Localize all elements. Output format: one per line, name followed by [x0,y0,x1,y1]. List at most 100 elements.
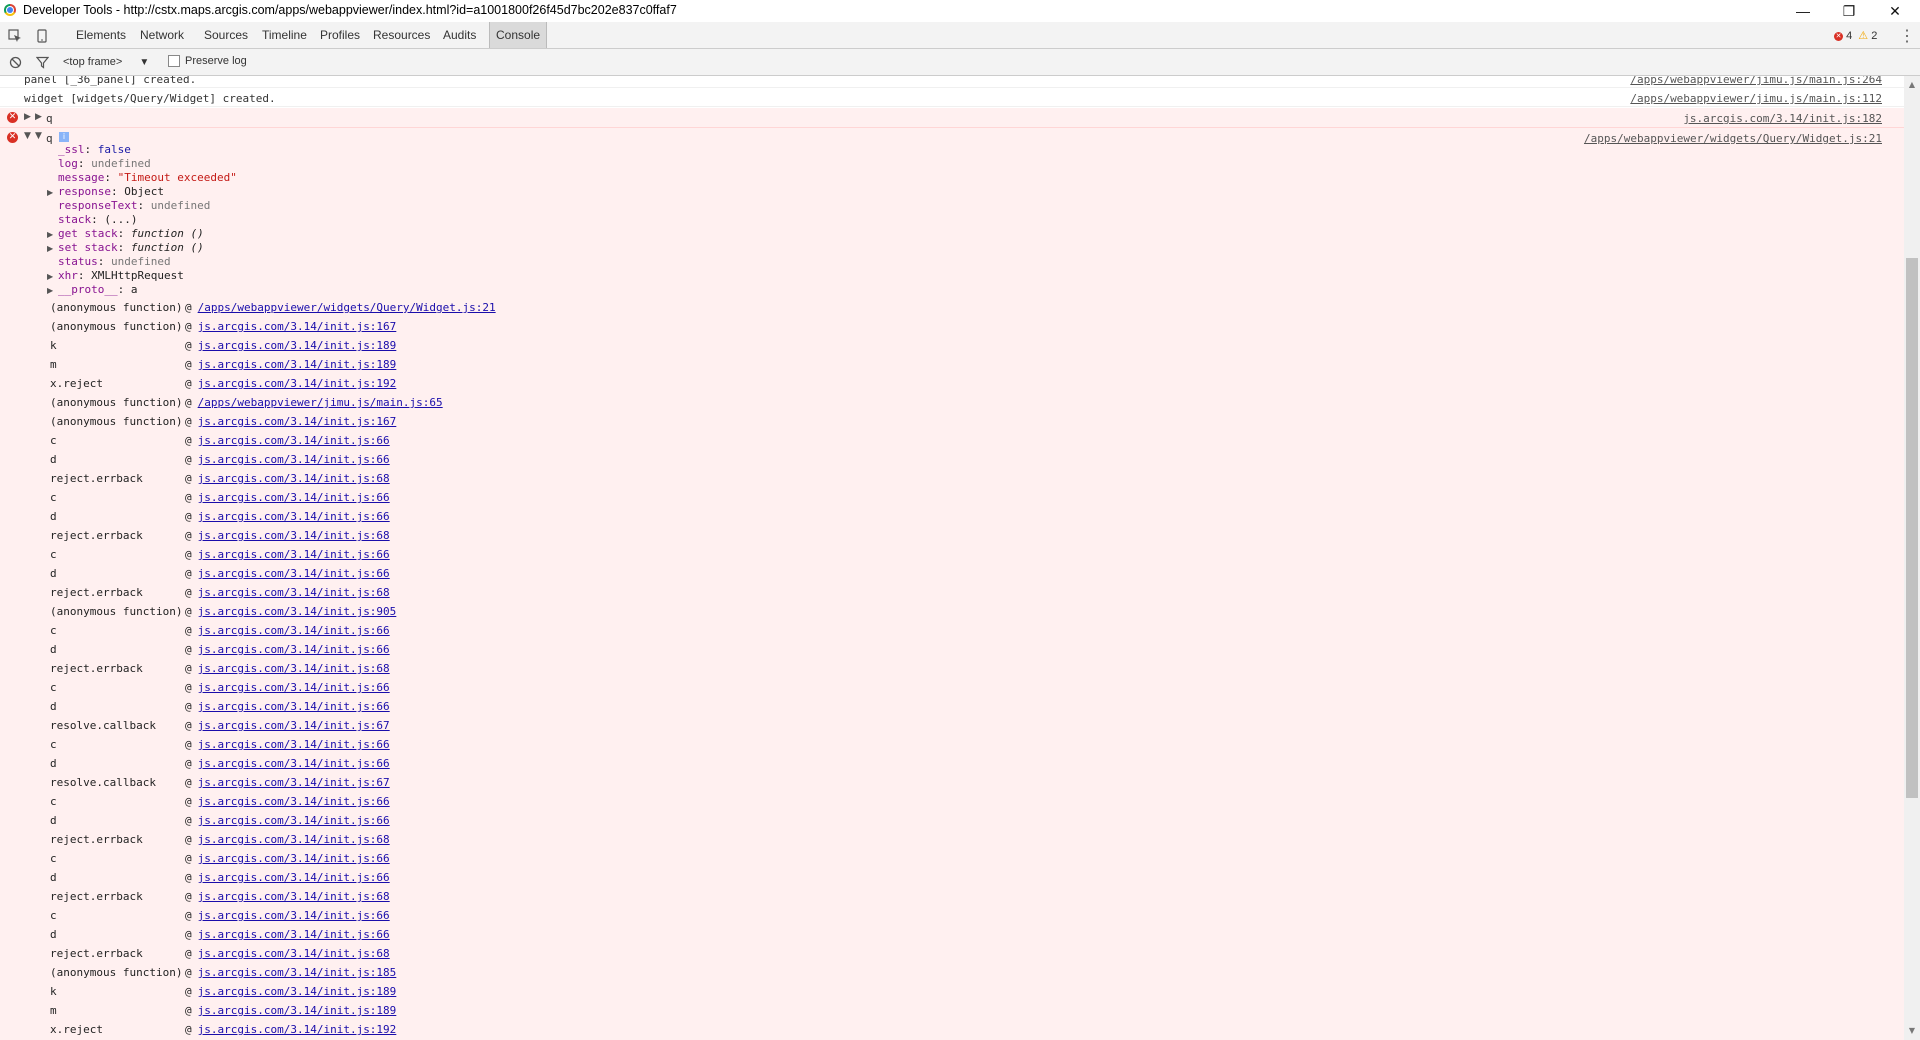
checkbox-box[interactable] [168,55,180,67]
stack-source-link[interactable]: js.arcgis.com/3.14/init.js:66 [198,567,390,580]
scroll-up-arrow-icon[interactable]: ▲ [1906,80,1918,92]
stack-source-link[interactable]: js.arcgis.com/3.14/init.js:66 [198,814,390,827]
tab-profiles[interactable]: Profiles [314,22,366,48]
console-error-message[interactable]: ✕ ▶ ▶ q js.arcgis.com/3.14/init.js:182 [0,108,1904,128]
minimize-button[interactable]: — [1780,0,1826,22]
stack-source-link[interactable]: js.arcgis.com/3.14/init.js:66 [198,738,390,751]
expand-triangle-icon[interactable]: ▶ [35,112,42,122]
error-count-icon: ✕ [1834,31,1843,41]
stack-source-link[interactable]: js.arcgis.com/3.14/init.js:68 [198,890,390,903]
stack-source-link[interactable]: /apps/webappviewer/widgets/Query/Widget.… [198,301,496,314]
stack-at-sign: @ [185,529,192,542]
collapse-triangle-icon[interactable]: ▼ [24,131,31,141]
object-property[interactable]: ▶ __proto__: a [47,283,137,297]
info-badge-icon[interactable]: i [59,132,69,142]
stack-at-sign: @ [185,852,192,865]
property-key: stack [58,213,92,226]
stack-source-link[interactable]: js.arcgis.com/3.14/init.js:167 [198,415,397,428]
scroll-down-arrow-icon[interactable]: ▼ [1906,1026,1918,1038]
stack-source-link[interactable]: js.arcgis.com/3.14/init.js:66 [198,453,390,466]
object-property[interactable]: ▶ xhr: XMLHttpRequest [47,269,184,283]
property-value: Object [124,185,164,198]
stack-source-link[interactable]: js.arcgis.com/3.14/init.js:192 [198,377,397,390]
stack-source-link[interactable]: js.arcgis.com/3.14/init.js:66 [198,510,390,523]
source-link[interactable]: /apps/webappviewer/jimu.js/main.js:112 [1630,92,1882,105]
stack-source-link[interactable]: js.arcgis.com/3.14/init.js:185 [198,966,397,979]
stack-source-link[interactable]: js.arcgis.com/3.14/init.js:66 [198,795,390,808]
property-separator: : [117,227,131,240]
stack-source-link[interactable]: js.arcgis.com/3.14/init.js:66 [198,852,390,865]
stack-source-link[interactable]: js.arcgis.com/3.14/init.js:66 [198,681,390,694]
more-options-icon[interactable]: ⋮ [1899,28,1915,45]
console-output[interactable]: panel [_36_panel] created. /apps/webappvi… [0,76,1904,1040]
object-property[interactable]: ▶ set stack: function () [47,241,204,255]
stack-frame: x.reject @ js.arcgis.com/3.14/init.js:192 [50,1020,396,1039]
stack-source-link[interactable]: js.arcgis.com/3.14/init.js:167 [198,320,397,333]
expand-triangle-icon[interactable]: ▶ [47,270,53,284]
source-link[interactable]: /apps/webappviewer/widgets/Query/Widget.… [1584,132,1882,145]
tab-sources[interactable]: Sources [198,22,254,48]
stack-function: d [50,453,57,466]
stack-source-link[interactable]: js.arcgis.com/3.14/init.js:66 [198,700,390,713]
stack-source-link[interactable]: js.arcgis.com/3.14/init.js:67 [198,719,390,732]
issue-counters[interactable]: ✕ 4 ⚠ 2 [1834,29,1877,42]
stack-source-link[interactable]: js.arcgis.com/3.14/init.js:67 [198,776,390,789]
property-separator: : [91,213,105,226]
property-separator: : [97,255,111,268]
scrollbar-thumb[interactable] [1906,258,1918,798]
restore-button[interactable]: ❐ [1826,0,1872,22]
expand-triangle-icon[interactable]: ▶ [47,186,53,200]
source-link[interactable]: /apps/webappviewer/jimu.js/main.js:264 [1630,76,1882,86]
expand-triangle-icon[interactable]: ▶ [24,112,31,122]
frame-selector[interactable]: <top frame> ▼ [63,56,149,68]
source-link[interactable]: js.arcgis.com/3.14/init.js:182 [1683,112,1882,125]
tab-timeline[interactable]: Timeline [256,22,313,48]
tab-console[interactable]: Console [489,22,548,48]
clear-console-icon[interactable] [7,54,23,70]
stack-at-sign: @ [185,719,192,732]
tab-resources[interactable]: Resources [367,22,436,48]
tab-network[interactable]: Network [134,22,190,48]
stack-at-sign: @ [185,624,192,637]
stack-source-link[interactable]: js.arcgis.com/3.14/init.js:66 [198,643,390,656]
stack-source-link[interactable]: js.arcgis.com/3.14/init.js:905 [198,605,397,618]
tab-audits[interactable]: Audits [437,22,482,48]
stack-source-link[interactable]: js.arcgis.com/3.14/init.js:189 [198,339,397,352]
object-property: _ssl: false [58,143,131,157]
stack-frame: c @ js.arcgis.com/3.14/init.js:66 [50,849,390,868]
close-button[interactable]: ✕ [1872,0,1918,22]
device-mode-icon[interactable] [34,28,50,44]
stack-source-link[interactable]: js.arcgis.com/3.14/init.js:68 [198,662,390,675]
stack-source-link[interactable]: /apps/webappviewer/jimu.js/main.js:65 [198,396,443,409]
stack-source-link[interactable]: js.arcgis.com/3.14/init.js:66 [198,491,390,504]
stack-source-link[interactable]: js.arcgis.com/3.14/init.js:68 [198,833,390,846]
stack-source-link[interactable]: js.arcgis.com/3.14/init.js:66 [198,909,390,922]
expand-triangle-icon[interactable]: ▶ [47,228,53,242]
object-property[interactable]: ▶ get stack: function () [47,227,204,241]
stack-source-link[interactable]: js.arcgis.com/3.14/init.js:189 [198,358,397,371]
stack-function: (anonymous function) [50,396,183,409]
object-property: responseText: undefined [58,199,210,213]
stack-source-link[interactable]: js.arcgis.com/3.14/init.js:68 [198,472,390,485]
stack-source-link[interactable]: js.arcgis.com/3.14/init.js:68 [198,586,390,599]
stack-source-link[interactable]: js.arcgis.com/3.14/init.js:189 [198,985,397,998]
stack-source-link[interactable]: js.arcgis.com/3.14/init.js:66 [198,434,390,447]
stack-source-link[interactable]: js.arcgis.com/3.14/init.js:66 [198,548,390,561]
stack-source-link[interactable]: js.arcgis.com/3.14/init.js:66 [198,757,390,770]
tab-elements[interactable]: Elements [70,22,132,48]
stack-source-link[interactable]: js.arcgis.com/3.14/init.js:68 [198,947,390,960]
stack-source-link[interactable]: js.arcgis.com/3.14/init.js:189 [198,1004,397,1017]
expand-triangle-icon[interactable]: ▶ [47,284,53,298]
stack-source-link[interactable]: js.arcgis.com/3.14/init.js:66 [198,928,390,941]
stack-source-link[interactable]: js.arcgis.com/3.14/init.js:66 [198,624,390,637]
expand-triangle-icon[interactable]: ▶ [47,242,53,256]
stack-source-link[interactable]: js.arcgis.com/3.14/init.js:68 [198,529,390,542]
preserve-log-checkbox[interactable]: Preserve log [168,55,247,67]
inspect-element-icon[interactable] [7,28,23,44]
collapse-triangle-icon[interactable]: ▼ [35,131,42,141]
stack-source-link[interactable]: js.arcgis.com/3.14/init.js:192 [198,1023,397,1036]
filter-icon[interactable] [34,54,50,70]
stack-source-link[interactable]: js.arcgis.com/3.14/init.js:66 [198,871,390,884]
object-property[interactable]: ▶ response: Object [47,185,164,199]
console-error-message-expanded[interactable]: ✕ ▼ ▼ q i/apps/webappviewer/widgets/Query/Wi… [0,128,1904,1040]
